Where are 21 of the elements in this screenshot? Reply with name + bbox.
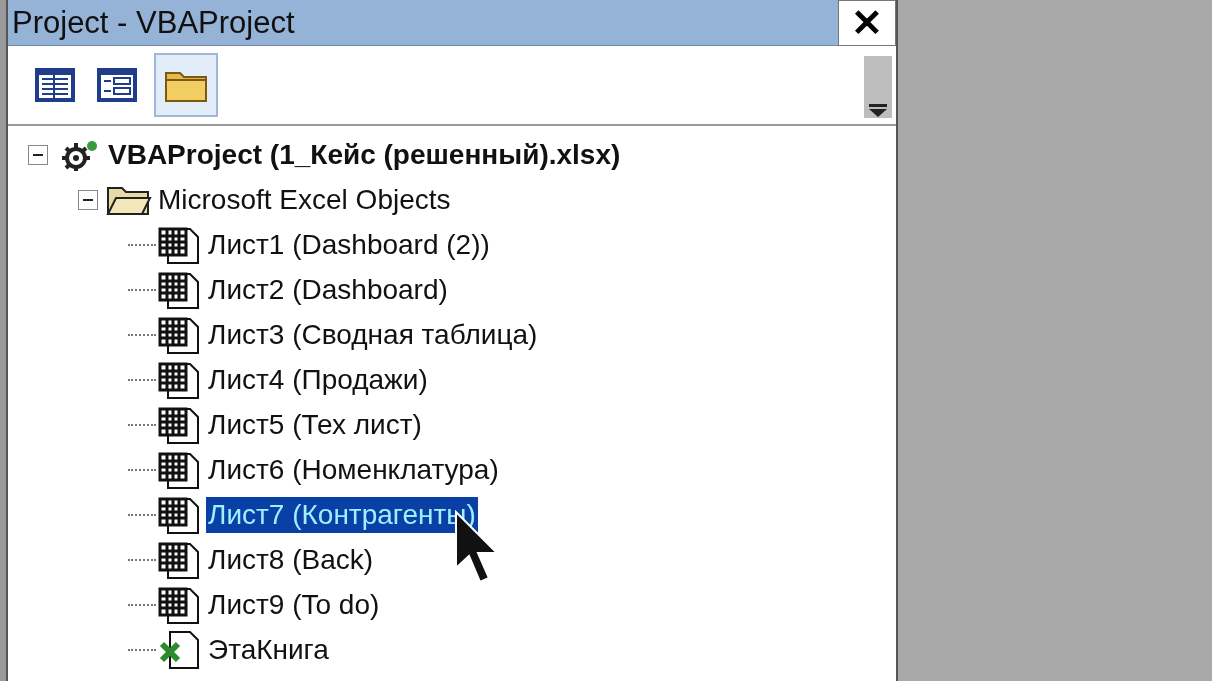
tree-item[interactable]: Лист5 (Тех лист) (206, 406, 424, 443)
workbook-icon (158, 629, 202, 670)
tree-item[interactable]: Лист3 (Сводная таблица) (206, 316, 540, 353)
tree-item[interactable]: ЭтаКнига (206, 631, 331, 668)
tree-item[interactable]: Microsoft Excel Objects (156, 181, 453, 218)
tree-item[interactable]: Лист9 (To do) (206, 586, 382, 623)
tree-item[interactable]: Лист8 (Back) (206, 541, 376, 578)
tree-item[interactable]: Лист4 (Продажи) (206, 361, 430, 398)
tree-item[interactable]: VBAProject (1_Кейс (решенный).xlsx) (106, 136, 623, 173)
scroll-down-icon[interactable] (868, 104, 888, 118)
window-title: Project - VBAProject (12, 7, 295, 38)
form-view-icon (96, 67, 138, 103)
tree-item[interactable]: Лист6 (Номенклатура) (206, 451, 501, 488)
tree-item[interactable]: Лист2 (Dashboard) (206, 271, 450, 308)
code-view-icon (34, 67, 76, 103)
toolbar-button[interactable] (154, 53, 218, 117)
tree-item[interactable]: Лист1 (Dashboard (2)) (206, 226, 492, 263)
collapse-toggle[interactable] (78, 189, 98, 210)
close-button[interactable]: ✕ (838, 0, 896, 46)
collapse-toggle[interactable] (28, 144, 48, 165)
tree-item[interactable]: Лист7 (Контрагенты) (206, 496, 478, 533)
